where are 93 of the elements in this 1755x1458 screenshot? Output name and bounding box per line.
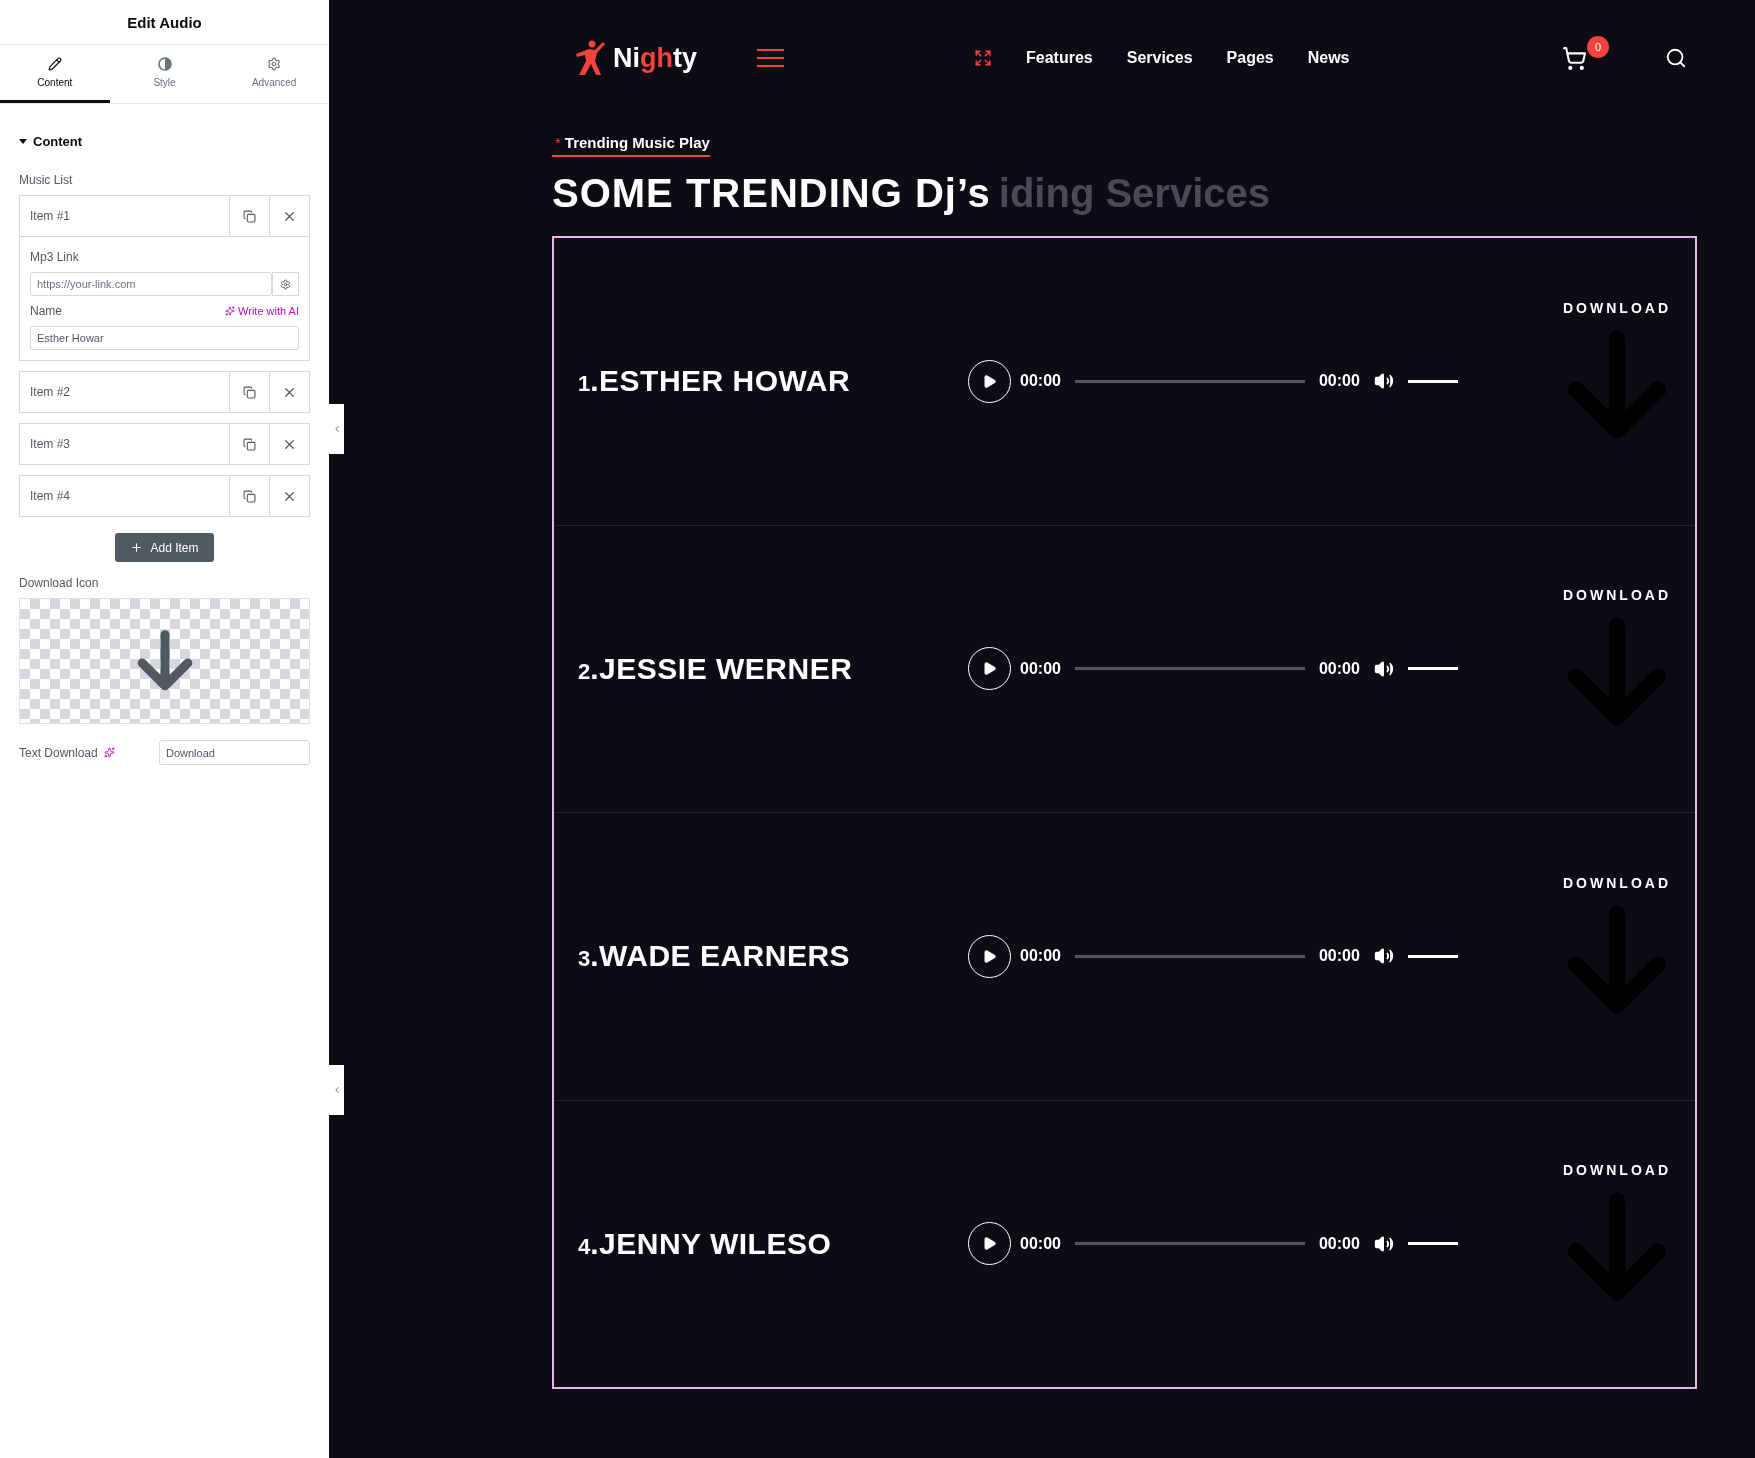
play-icon: [982, 1236, 997, 1252]
current-time: 00:00: [1020, 947, 1061, 966]
volume-button[interactable]: [1373, 946, 1394, 967]
volume-slider[interactable]: [1407, 667, 1458, 671]
section-toggle[interactable]: Content: [19, 134, 83, 149]
search-icon: [1665, 47, 1687, 69]
field-label: Music List: [19, 173, 73, 187]
text-field[interactable]: Download: [159, 740, 310, 765]
track-title: 1.ESTHER HOWAR: [578, 364, 852, 399]
collapse-handle[interactable]: [329, 1065, 344, 1115]
progress-slider[interactable]: [1074, 954, 1305, 958]
progress-slider[interactable]: [1074, 1242, 1305, 1246]
download-link[interactable]: DOWNLOAD: [1563, 1162, 1671, 1179]
volume-button[interactable]: [1373, 371, 1394, 392]
copy-icon: [243, 209, 256, 223]
sparkle-icon[interactable]: [103, 747, 115, 758]
duration-time: 00:00: [1318, 659, 1360, 678]
repeater-item-title[interactable]: Item #1: [20, 196, 229, 236]
download-link[interactable]: DOWNLOAD: [1563, 587, 1671, 604]
panel-title: Edit Audio: [0, 0, 329, 45]
dancer-logo-icon: [575, 40, 607, 76]
sparkle-icon: [225, 306, 236, 316]
repeater-item[interactable]: Item #3: [19, 423, 310, 465]
collapse-handle[interactable]: [329, 404, 344, 454]
volume-button[interactable]: [1373, 1233, 1394, 1254]
track-title: 3.WADE EARNERS: [578, 939, 852, 974]
cart-count-badge: 0: [1587, 35, 1609, 58]
menu-button[interactable]: [757, 49, 784, 67]
contrast-icon: [157, 57, 172, 71]
duration-time: 00:00: [1318, 1234, 1360, 1253]
search-button[interactable]: [1665, 47, 1687, 69]
icon-preview[interactable]: [19, 598, 310, 724]
field-label: Name: [30, 304, 62, 318]
duration-time: 00:00: [1318, 947, 1360, 966]
add-item-button[interactable]: Add Item: [115, 533, 214, 562]
speaker-icon: [1373, 658, 1394, 679]
field-label: Text Download: [19, 745, 98, 760]
background-heading: iding Services: [998, 171, 1270, 216]
section-heading: SOME TRENDING Dj’s: [552, 171, 991, 216]
field-label: Mp3 Link: [30, 250, 79, 264]
volume-slider[interactable]: [1407, 954, 1458, 958]
repeater-item[interactable]: Item #4: [19, 475, 310, 517]
url-field[interactable]: https://your-link.com: [30, 272, 272, 296]
play-icon: [982, 373, 997, 389]
panel-tab[interactable]: Content: [0, 45, 110, 103]
copy-icon: [243, 385, 256, 399]
current-time: 00:00: [1020, 659, 1061, 678]
plus-icon: [130, 541, 144, 554]
play-icon: [982, 661, 997, 677]
speaker-icon: [1373, 946, 1394, 967]
progress-slider[interactable]: [1074, 667, 1305, 671]
pencil-icon: [47, 57, 62, 71]
settings-button[interactable]: [272, 272, 299, 296]
progress-slider[interactable]: [1074, 379, 1305, 383]
fullscreen-button[interactable]: [974, 49, 992, 67]
nav-link[interactable]: Services: [1126, 49, 1193, 67]
nav-link[interactable]: News: [1307, 49, 1350, 67]
current-time: 00:00: [1020, 372, 1061, 391]
copy-icon: [243, 489, 256, 503]
download-link[interactable]: DOWNLOAD: [1563, 299, 1671, 316]
download-link[interactable]: DOWNLOAD: [1563, 874, 1671, 891]
cart-icon: [1562, 45, 1587, 71]
volume-slider[interactable]: [1407, 1242, 1458, 1246]
expand-icon: [974, 49, 992, 67]
copy-icon: [243, 437, 256, 451]
write-with-ai-link[interactable]: Write with AI: [225, 305, 299, 317]
field-label: Download Icon: [19, 576, 99, 590]
track-title: 2.JESSIE WERNER: [578, 651, 854, 686]
volume-slider[interactable]: [1407, 379, 1458, 383]
logo-text: Nighty: [613, 42, 697, 74]
panel-tab[interactable]: Advanced: [219, 45, 329, 103]
repeater-item-title[interactable]: Item #3: [20, 424, 229, 464]
speaker-icon: [1373, 371, 1394, 392]
cart-button[interactable]: [1562, 45, 1587, 71]
track-title: 4.JENNY WILESO: [578, 1226, 833, 1261]
caret-icon: [19, 139, 27, 144]
asterisk: *: [555, 134, 561, 151]
section-subtitle: Trending Music Play: [564, 134, 710, 151]
play-icon: [982, 948, 997, 964]
repeater-item-title[interactable]: Item #4: [20, 476, 229, 516]
nav-link[interactable]: Pages: [1226, 49, 1274, 67]
duration-time: 00:00: [1318, 372, 1360, 391]
gear-icon: [280, 278, 291, 290]
name-field[interactable]: Esther Howar: [30, 326, 299, 350]
gear-icon: [267, 57, 282, 71]
speaker-icon: [1373, 1233, 1394, 1254]
repeater-item[interactable]: Item #2: [19, 371, 310, 413]
current-time: 00:00: [1020, 1234, 1061, 1253]
panel-tab[interactable]: Style: [109, 45, 220, 103]
repeater-item-title[interactable]: Item #2: [20, 372, 229, 412]
repeater-item[interactable]: Item #1 Mp3 Link https://your-link.com Name Write with AI Esther Howar: [19, 195, 310, 361]
nav-link[interactable]: Features: [1026, 49, 1093, 67]
volume-button[interactable]: [1373, 658, 1394, 679]
